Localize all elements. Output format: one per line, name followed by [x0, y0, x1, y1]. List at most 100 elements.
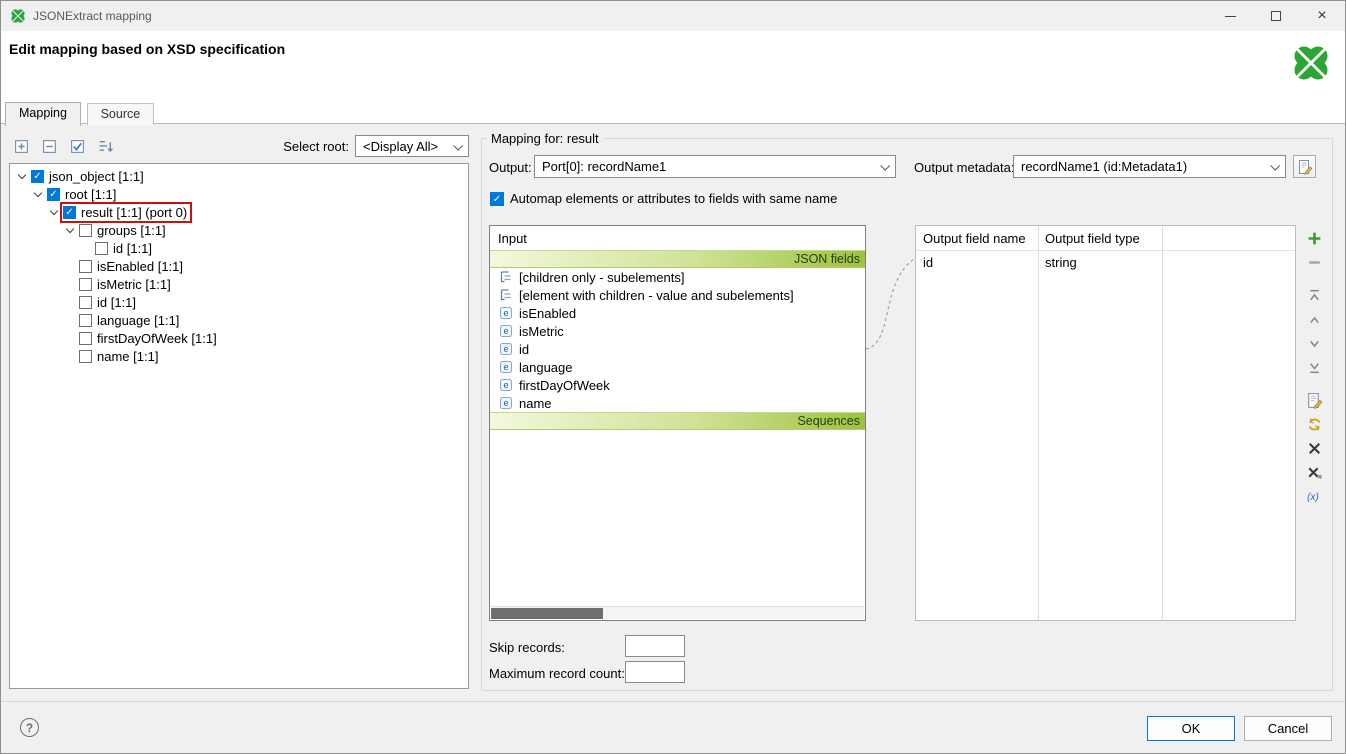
tree-node-checkbox[interactable]: [79, 314, 92, 327]
jsonextract-mapping-dialog: JSONExtract mapping × Edit mapping based…: [0, 0, 1346, 754]
tree-node-checkbox[interactable]: [79, 332, 92, 345]
node-content: firstDayOfWeek [1:1]: [78, 330, 220, 347]
output-table-row[interactable]: idstring: [916, 251, 1295, 273]
svg-text:e: e: [503, 326, 508, 336]
input-field-item[interactable]: elanguage: [490, 358, 865, 376]
node-content: root [1:1]: [46, 186, 119, 203]
tree-node[interactable]: id [1:1]: [10, 239, 468, 257]
tree-node-checkbox[interactable]: [79, 296, 92, 309]
tree-node-checkbox[interactable]: [79, 260, 92, 273]
svg-text:(x): (x): [1307, 492, 1319, 503]
tree-node[interactable]: groups [1:1]: [10, 221, 468, 239]
move-top-button[interactable]: [1305, 284, 1327, 306]
tree-node-checkbox[interactable]: [31, 170, 44, 183]
output-port-dropdown[interactable]: Port[0]: recordName1: [534, 155, 896, 178]
collapse-all-button[interactable]: [40, 135, 62, 157]
node-content: language [1:1]: [78, 312, 182, 329]
tree-order-button[interactable]: [96, 135, 118, 157]
expand-all-icon: [13, 138, 30, 155]
skip-records-input[interactable]: [625, 635, 685, 657]
tree-node[interactable]: firstDayOfWeek [1:1]: [10, 329, 468, 347]
output-table-header: Output field nameOutput field type: [916, 226, 1295, 251]
sequences-band: Sequences: [490, 412, 865, 430]
tree-node-checkbox[interactable]: [95, 242, 108, 255]
check-elements-button[interactable]: [68, 135, 90, 157]
skip-records-label: Skip records:: [489, 640, 565, 655]
move-up-button[interactable]: [1305, 308, 1327, 330]
ok-button[interactable]: OK: [1147, 716, 1235, 741]
tree-node[interactable]: result [1:1] (port 0): [10, 203, 468, 221]
node-content: groups [1:1]: [78, 222, 169, 239]
expand-toggle-icon[interactable]: [62, 222, 78, 238]
remove-field-button[interactable]: [1305, 251, 1327, 273]
json-fields-band: JSON fields: [490, 250, 865, 268]
tree-node-checkbox[interactable]: [79, 224, 92, 237]
output-table-column-header[interactable]: Output field name: [916, 231, 1038, 246]
app-icon: [10, 8, 26, 24]
automap-button[interactable]: [1305, 413, 1327, 435]
tree-order-icon: [97, 138, 114, 155]
minimize-button[interactable]: [1207, 1, 1253, 31]
select-root-value: <Display All>: [363, 139, 438, 154]
tree-node-checkbox[interactable]: [79, 350, 92, 363]
element-icon: e: [499, 342, 513, 356]
subelements-icon: [499, 288, 513, 302]
tab-source[interactable]: Source: [87, 103, 155, 125]
tab-mapping[interactable]: Mapping: [5, 102, 81, 126]
tree-node[interactable]: id [1:1]: [10, 293, 468, 311]
move-down-button[interactable]: [1305, 332, 1327, 354]
input-field-item[interactable]: eisMetric: [490, 322, 865, 340]
help-button[interactable]: ?: [20, 718, 39, 737]
svg-text:e: e: [503, 398, 508, 408]
remove-all-mappings-icon: [1306, 464, 1323, 481]
add-field-button[interactable]: [1305, 227, 1327, 249]
tree-node[interactable]: json_object [1:1]: [10, 167, 468, 185]
tree-node-checkbox[interactable]: [63, 206, 76, 219]
remove-mapping-icon: [1306, 440, 1323, 457]
edit-metadata-button[interactable]: [1293, 155, 1316, 178]
edit-metadata-button[interactable]: [1305, 389, 1327, 411]
automap-checkbox[interactable]: [490, 192, 504, 206]
input-field-item[interactable]: eisEnabled: [490, 304, 865, 322]
close-button[interactable]: ×: [1299, 1, 1345, 31]
expand-all-button[interactable]: [12, 135, 34, 157]
input-field-item[interactable]: efirstDayOfWeek: [490, 376, 865, 394]
automap-label: Automap elements or attributes to fields…: [510, 191, 837, 206]
remove-mapping-button[interactable]: [1305, 437, 1327, 459]
move-bottom-button[interactable]: [1305, 356, 1327, 378]
expand-toggle-icon[interactable]: [46, 204, 62, 220]
element-icon: e: [499, 360, 513, 374]
expand-toggle-icon[interactable]: [30, 186, 46, 202]
tree-node[interactable]: language [1:1]: [10, 311, 468, 329]
maximize-button[interactable]: [1253, 1, 1299, 31]
remove-all-mappings-button[interactable]: [1305, 461, 1327, 483]
tree-node-checkbox[interactable]: [79, 278, 92, 291]
minimize-icon: [1225, 16, 1236, 17]
twisty-spacer: [62, 330, 78, 346]
output-table-cell: id: [916, 255, 1038, 270]
tree-node[interactable]: root [1:1]: [10, 185, 468, 203]
subelements-icon: [499, 270, 513, 284]
expression-button[interactable]: (x): [1305, 485, 1327, 507]
tree-node[interactable]: name [1:1]: [10, 347, 468, 365]
output-table-cell: string: [1038, 255, 1162, 270]
max-record-count-input[interactable]: [625, 661, 685, 683]
input-field-item[interactable]: ename: [490, 394, 865, 412]
cancel-button[interactable]: Cancel: [1244, 716, 1332, 741]
output-table-column-header[interactable]: Output field type: [1038, 231, 1162, 246]
twisty-spacer: [78, 240, 94, 256]
expand-toggle-icon[interactable]: [14, 168, 30, 184]
tree-node[interactable]: isMetric [1:1]: [10, 275, 468, 293]
input-field-item[interactable]: [element with children - value and subel…: [490, 286, 865, 304]
output-metadata-dropdown[interactable]: recordName1 (id:Metadata1): [1013, 155, 1286, 178]
input-field-label: [children only - subelements]: [519, 270, 684, 285]
input-field-item[interactable]: [children only - subelements]: [490, 268, 865, 286]
horizontal-scrollbar[interactable]: [491, 606, 864, 619]
move-down-icon: [1306, 335, 1323, 352]
tree-node[interactable]: isEnabled [1:1]: [10, 257, 468, 275]
select-root-dropdown[interactable]: <Display All>: [355, 135, 469, 157]
input-field-item[interactable]: eid: [490, 340, 865, 358]
tree-node-checkbox[interactable]: [47, 188, 60, 201]
tree-node-label: id [1:1]: [113, 241, 152, 256]
scrollbar-thumb[interactable]: [491, 608, 603, 619]
